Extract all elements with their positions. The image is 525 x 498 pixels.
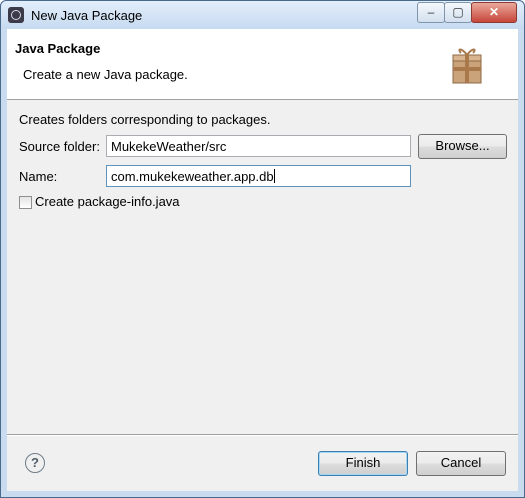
minimize-button[interactable]: –: [417, 2, 445, 23]
eclipse-icon: [8, 7, 24, 23]
dialog-body: Java Package Create a new Java package. …: [7, 29, 518, 491]
banner-title: Java Package: [15, 41, 101, 56]
package-name-value: com.mukekeweather.app.db: [111, 169, 274, 184]
package-info-checkbox[interactable]: [19, 196, 32, 209]
name-label: Name:: [19, 169, 58, 184]
finish-button[interactable]: Finish: [318, 451, 408, 476]
dialog-window: New Java Package – ▢ ✕ Java Package Crea…: [0, 0, 525, 498]
help-icon[interactable]: ?: [25, 453, 45, 473]
wizard-description: Creates folders corresponding to package…: [19, 112, 271, 127]
source-folder-label: Source folder:: [19, 139, 100, 154]
banner-description: Create a new Java package.: [23, 67, 188, 82]
text-caret: [273, 169, 275, 183]
minimize-icon: –: [427, 5, 435, 19]
maximize-icon: ▢: [452, 5, 464, 19]
browse-button[interactable]: Browse...: [418, 134, 507, 159]
close-button[interactable]: ✕: [471, 2, 517, 23]
title-bar[interactable]: New Java Package – ▢ ✕: [1, 1, 524, 29]
footer-separator: [7, 434, 518, 436]
source-folder-input[interactable]: MukekeWeather/src: [106, 135, 411, 157]
maximize-button[interactable]: ▢: [444, 2, 472, 23]
wizard-banner: Java Package Create a new Java package.: [7, 29, 518, 100]
package-info-label[interactable]: Create package-info.java: [35, 194, 180, 209]
package-name-input[interactable]: com.mukekeweather.app.db: [106, 165, 411, 187]
cancel-button[interactable]: Cancel: [416, 451, 506, 476]
close-icon: ✕: [488, 5, 500, 19]
window-title: New Java Package: [31, 8, 143, 23]
package-icon: [452, 48, 482, 84]
source-folder-value: MukekeWeather/src: [111, 139, 227, 154]
